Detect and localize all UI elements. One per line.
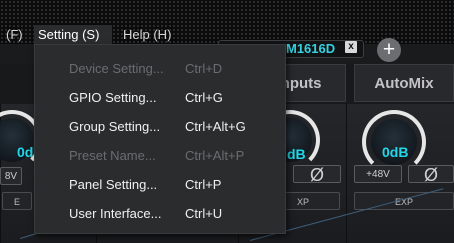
menu-item-preset-name[interactable]: Preset Name... Ctrl+Alt+P — [35, 142, 285, 170]
gain-level-left: 0d — [17, 144, 34, 160]
menu-item-panel-setting[interactable]: Panel Setting... Ctrl+P — [35, 171, 285, 199]
exp-button-left[interactable]: E — [2, 192, 32, 210]
menu-item-gpio-setting[interactable]: GPIO Setting... Ctrl+G — [35, 84, 285, 112]
add-tab-button[interactable]: + — [377, 38, 401, 62]
menu-item-label: Device Setting... — [69, 61, 164, 76]
menu-item-group-setting[interactable]: Group Setting... Ctrl+Alt+G — [35, 113, 285, 141]
phantom-button-right[interactable]: +48V — [354, 165, 402, 183]
close-icon[interactable]: x — [345, 41, 357, 53]
gain-level-middle: dB — [287, 146, 306, 162]
menu-item-shortcut: Ctrl+Alt+P — [185, 148, 245, 163]
menu-item-label: Panel Setting... — [69, 177, 158, 192]
menu-item-label: GPIO Setting... — [69, 90, 157, 105]
menu-item-shortcut: Ctrl+U — [185, 206, 223, 221]
menu-item-user-interface[interactable]: User Interface... Ctrl+U — [35, 200, 285, 228]
menu-item-device-setting[interactable]: Device Setting... Ctrl+D — [35, 55, 285, 83]
phantom-button-left[interactable]: 8V — [0, 167, 22, 185]
phase-button-middle[interactable]: Ø — [293, 165, 341, 184]
menu-item-label: User Interface... — [69, 206, 162, 221]
setting-dropdown-menu: Device Setting... Ctrl+D GPIO Setting...… — [34, 44, 286, 234]
menu-item-shortcut: Ctrl+P — [185, 177, 222, 192]
device-tab-label: M1616D — [286, 41, 336, 56]
menu-setting[interactable]: Setting (S) — [34, 25, 112, 44]
phase-button-right[interactable]: Ø — [408, 165, 454, 184]
menu-item-label: Preset Name... — [69, 148, 156, 163]
menu-item-shortcut: Ctrl+Alt+G — [185, 119, 246, 134]
gain-level-right: 0dB — [382, 144, 409, 160]
menu-help[interactable]: Help (H) — [119, 25, 175, 44]
menu-item-label: Group Setting... — [69, 119, 161, 134]
menu-file[interactable]: (F) — [2, 25, 27, 44]
menu-item-shortcut: Ctrl+G — [185, 90, 223, 105]
tab-automix[interactable]: AutoMix — [354, 64, 454, 102]
menu-item-shortcut: Ctrl+D — [185, 61, 223, 76]
